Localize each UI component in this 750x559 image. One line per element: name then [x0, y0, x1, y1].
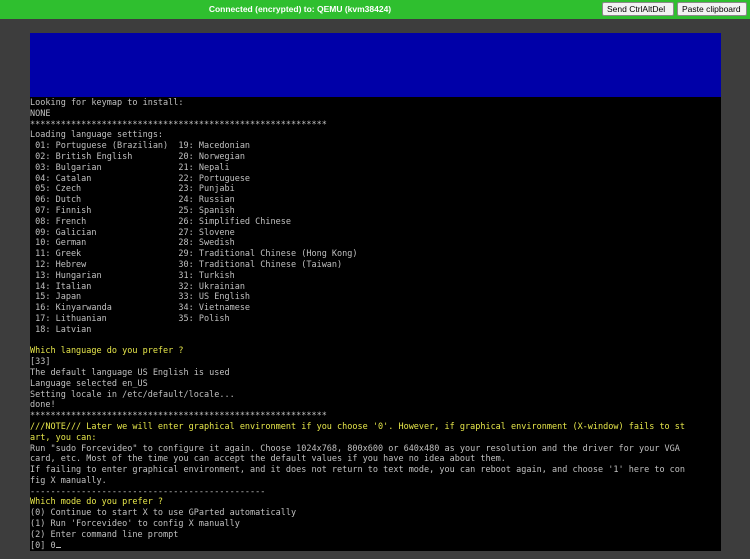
terminal-line: 08: French 26: Simplified Chinese	[30, 216, 291, 227]
terminal-line: Loading language settings:	[30, 130, 164, 141]
terminal-line: The default language US English is used	[30, 367, 230, 378]
terminal-line: ///NOTE/// Later we will enter graphical…	[30, 421, 686, 432]
terminal-line: 04: Catalan 22: Portuguese	[30, 173, 251, 184]
vnc-top-bar: Connected (encrypted) to: QEMU (kvm38424…	[0, 0, 750, 19]
terminal-line: 17: Lithuanian 35: Polish	[30, 313, 230, 324]
send-ctrl-alt-del-button[interactable]: Send CtrlAltDel	[602, 2, 674, 16]
terminal-line: card, etc. Most of the time you can acce…	[30, 454, 506, 465]
terminal-line: [33]	[30, 357, 51, 368]
terminal-line: art, you can:	[30, 432, 97, 443]
terminal-line: 18: Latvian	[30, 324, 92, 335]
terminal-line: Which language do you prefer ?	[30, 346, 184, 357]
terminal-line: (2) Enter command line prompt	[30, 529, 179, 540]
console-banner	[30, 33, 721, 97]
terminal-line: If failing to enter graphical environmen…	[30, 465, 686, 476]
terminal-line: 05: Czech 23: Punjabi	[30, 184, 235, 195]
terminal-line: (0) Continue to start X to use GParted a…	[30, 508, 297, 519]
terminal-line: ****************************************…	[30, 411, 327, 422]
paste-clipboard-button[interactable]: Paste clipboard	[677, 2, 747, 16]
terminal-line: 07: Finnish 25: Spanish	[30, 205, 235, 216]
terminal-line: 06: Dutch 24: Russian	[30, 195, 235, 206]
terminal-line: 14: Italian 32: Ukrainian	[30, 281, 245, 292]
terminal-line: Looking for keymap to install:	[30, 98, 184, 108]
remote-console-screen[interactable]: Looking for keymap to install: NONE ******…	[30, 33, 721, 551]
prompt-text: [0] 0	[30, 540, 56, 551]
terminal-line: 02: British English 20: Norwegian	[30, 151, 245, 162]
terminal-line: 15: Japan 33: US English	[30, 292, 251, 303]
terminal-line: Run "sudo Forcevideo" to configure it ag…	[30, 443, 680, 454]
terminal-line: done!	[30, 400, 56, 411]
terminal-line: (1) Run 'Forcevideo' to config X manuall…	[30, 519, 240, 530]
terminal-line: 11: Greek 29: Traditional Chinese (Hong …	[30, 249, 358, 260]
terminal-line: 16: Kinyarwanda 34: Vietnamese	[30, 303, 251, 314]
terminal-line: 12: Hebrew 30: Traditional Chinese (Taiw…	[30, 259, 343, 270]
terminal-line: 13: Hungarian 31: Turkish	[30, 270, 235, 281]
terminal-line: ****************************************…	[30, 119, 327, 130]
terminal-line: 10: German 28: Swedish	[30, 238, 235, 249]
terminal-line: 01: Portuguese (Brazilian) 19: Macedonia…	[30, 141, 251, 152]
terminal-line: Which mode do you prefer ?	[30, 497, 164, 508]
command-prompt[interactable]: [0] 0	[30, 541, 721, 551]
terminal-line: ----------------------------------------…	[30, 486, 266, 497]
terminal-output: Looking for keymap to install: NONE ******…	[30, 98, 721, 551]
terminal-line: fig X manually.	[30, 475, 107, 486]
terminal-line: 09: Galician 27: Slovene	[30, 227, 235, 238]
terminal-line: NONE	[30, 108, 51, 119]
terminal-line: Language selected en_US	[30, 378, 148, 389]
terminal-line: Setting locale in /etc/default/locale...	[30, 389, 235, 400]
terminal-line: 03: Bulgarian 21: Nepali	[30, 162, 230, 173]
connection-status: Connected (encrypted) to: QEMU (kvm38424…	[208, 4, 392, 14]
text-cursor	[55, 546, 61, 548]
